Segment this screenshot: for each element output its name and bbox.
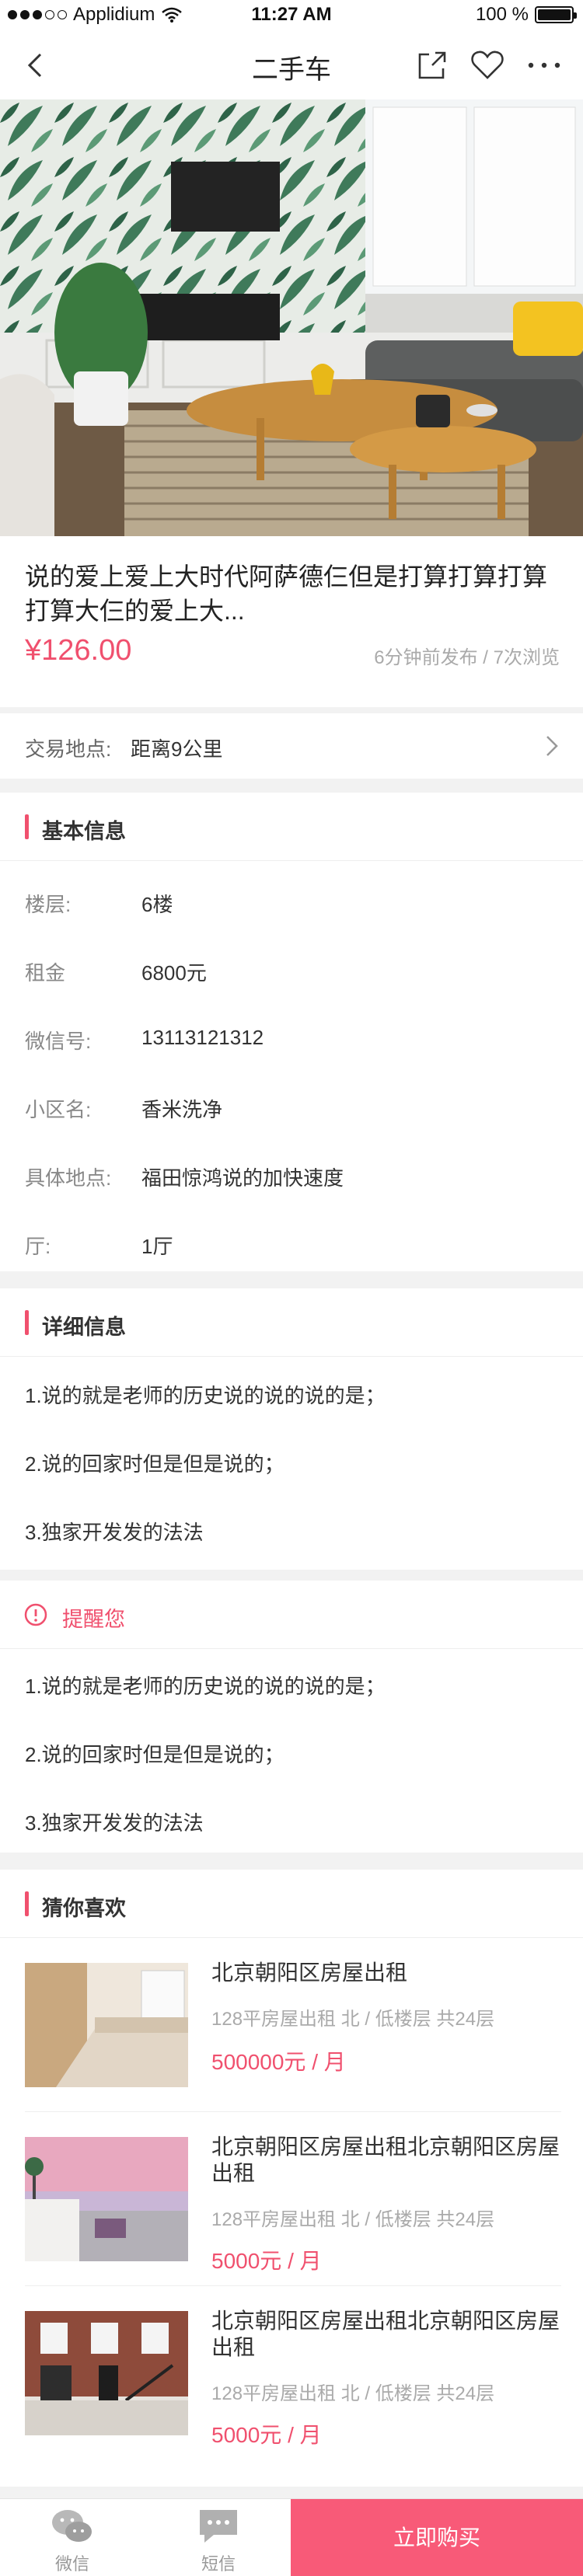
section-accent-bar <box>25 1310 29 1335</box>
hero-image <box>0 99 583 536</box>
listing-thumbnail <box>25 1963 188 2087</box>
nav-bar: 二手车 <box>0 31 583 99</box>
recommend-item[interactable]: 北京朝阳区房屋出租 128平房屋出租 北 / 低楼层 共24层 500000元 … <box>25 1938 561 2112</box>
listing-subtitle: 128平房屋出租 北 / 低楼层 共24层 <box>211 2009 495 2030</box>
listing-price: 5000元 / 月 <box>211 2423 322 2447</box>
product-title: 说的爱上爱上大时代阿萨德仨但是打算打算打算打算大仨的爱上大... <box>25 563 548 625</box>
detail-item: 2.说的回家时但是但是说的； <box>25 1452 285 1476</box>
section-accent-bar <box>25 814 29 839</box>
section-title: 详细信息 <box>42 1316 126 1339</box>
listing-price: 500000元 / 月 <box>211 2050 346 2074</box>
listing-subtitle: 128平房屋出租 北 / 低楼层 共24层 <box>211 2383 495 2404</box>
warning-icon <box>24 1603 47 1626</box>
product-price: ¥126.00 <box>25 634 132 667</box>
wechat-button[interactable]: 微信 <box>6 2499 138 2576</box>
wechat-label: 微信 <box>54 2554 89 2574</box>
section-accent-bar <box>25 1891 29 1916</box>
reminder-item: 2.说的回家时但是但是说的； <box>25 1743 285 1766</box>
detail-info-section: 详细信息 1.说的就是老师的历史说的说的说的是； 2.说的回家时但是但是说的； … <box>0 1288 583 1570</box>
listing-title: 北京朝阳区房屋出租北京朝阳区房屋出租 <box>211 2309 560 2359</box>
reminder-item: 3.独家开发发的法法 <box>25 1811 204 1835</box>
trade-location-row[interactable]: 交易地点: 距离9公里 <box>0 713 583 779</box>
section-title: 提醒您 <box>62 1608 125 1631</box>
wechat-icon <box>52 2510 92 2542</box>
publish-meta: 6分钟前发布 / 7次浏览 <box>374 647 560 668</box>
listing-title: 北京朝阳区房屋出租 <box>211 1961 408 1985</box>
chevron-right-icon <box>546 736 558 756</box>
buy-now-button[interactable]: 立即购买 <box>291 2499 583 2576</box>
listing-thumbnail <box>25 2311 188 2435</box>
section-title: 猜你喜欢 <box>42 1897 126 1920</box>
recommend-item[interactable]: 北京朝阳区房屋出租北京朝阳区房屋出租 128平房屋出租 北 / 低楼层 共24层… <box>25 2286 561 2460</box>
reminder-section: 提醒您 1.说的就是老师的历史说的说的说的是； 2.说的回家时但是但是说的； 3… <box>0 1581 583 1853</box>
battery-icon <box>535 6 577 23</box>
heart-icon[interactable] <box>469 47 506 84</box>
sms-button[interactable]: 短信 <box>152 2499 285 2576</box>
location-label: 交易地点: <box>25 737 112 761</box>
basic-info-section: 基本信息 楼层: 6楼 租金 6800元 微信号: 13113121312 小区… <box>0 793 583 1271</box>
location-distance: 距离9公里 <box>131 737 223 761</box>
battery-percent: 100 % <box>475 4 529 25</box>
reminder-item: 1.说的就是老师的历史说的说的说的是； <box>25 1675 386 1698</box>
share-icon[interactable] <box>414 47 451 84</box>
section-title: 基本信息 <box>42 820 126 843</box>
more-icon[interactable] <box>525 47 564 84</box>
detail-item: 3.独家开发发的法法 <box>25 1521 204 1544</box>
message-icon <box>200 2510 237 2543</box>
listing-thumbnail <box>25 2137 188 2261</box>
listing-title: 北京朝阳区房屋出租北京朝阳区房屋出租 <box>211 2135 560 2185</box>
product-summary: 说的爱上爱上大时代阿萨德仨但是打算打算打算打算大仨的爱上大... ¥126.00… <box>0 536 583 707</box>
recommend-section: 猜你喜欢 北京朝阳区房屋出租 128平房屋出租 北 / 低楼层 共24层 500… <box>0 1870 583 2487</box>
status-bar: Applidium 11:27 AM 100 % <box>0 0 583 31</box>
listing-price: 5000元 / 月 <box>211 2249 322 2273</box>
listing-subtitle: 128平房屋出租 北 / 低楼层 共24层 <box>211 2209 495 2230</box>
bottom-action-bar: 微信 短信 立即购买 <box>0 2498 583 2576</box>
recommend-item[interactable]: 北京朝阳区房屋出租北京朝阳区房屋出租 128平房屋出租 北 / 低楼层 共24层… <box>25 2112 561 2286</box>
detail-item: 1.说的就是老师的历史说的说的说的是； <box>25 1384 386 1407</box>
sms-label: 短信 <box>201 2554 236 2574</box>
